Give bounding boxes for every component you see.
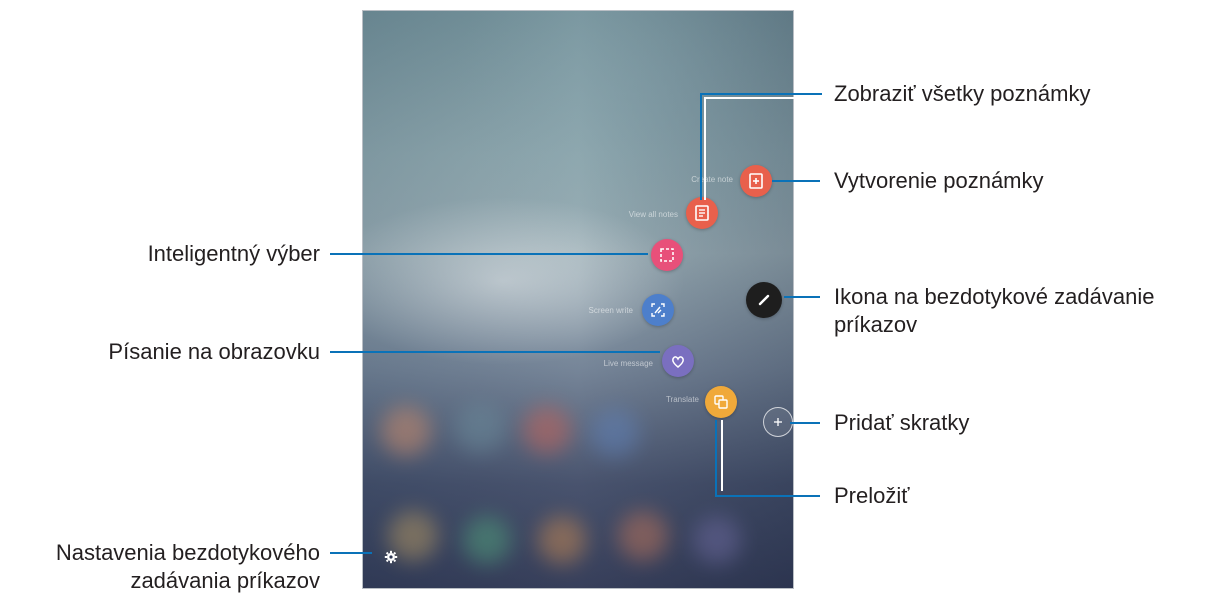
screen-write-button[interactable] (642, 294, 674, 326)
smart-select-icon (660, 248, 674, 262)
live-message-label: Live message (603, 359, 653, 368)
leader-translate-vertical (715, 420, 717, 497)
blurred-app-icon (693, 516, 741, 564)
blurred-app-icon (381, 406, 431, 456)
screen-write-label: Screen write (588, 306, 633, 315)
blurred-app-icon (463, 516, 511, 564)
live-message-button[interactable] (662, 345, 694, 377)
callout-view-all-notes: Zobraziť všetky poznámky (834, 81, 1091, 106)
blurred-app-icon (523, 406, 571, 454)
view-all-notes-label: View all notes (628, 210, 678, 219)
callout-air-command: Ikona na bezdotykové zadávanie príkazov (834, 284, 1155, 337)
blurred-app-icon (538, 516, 586, 564)
leader-air-command (784, 296, 820, 298)
leader-translate-vertical-2 (721, 420, 723, 491)
leader-screen-write (330, 351, 660, 353)
add-shortcuts-button[interactable] (763, 407, 793, 437)
translate-icon (714, 395, 728, 409)
callout-settings: Nastavenia bezdotykového zadávania príka… (55, 540, 320, 593)
settings-button[interactable] (381, 547, 401, 567)
leader-settings (330, 552, 372, 554)
view-all-notes-icon (695, 205, 709, 221)
callout-create-note: Vytvorenie poznámky (834, 168, 1044, 193)
smart-select-button[interactable] (651, 239, 683, 271)
blurred-app-icon (618, 511, 668, 561)
translate-button[interactable] (705, 386, 737, 418)
callout-screen-write: Písanie na obrazovku (108, 339, 320, 364)
gear-icon (384, 550, 398, 564)
air-command-button[interactable] (746, 282, 782, 318)
screen-write-icon (651, 303, 665, 317)
leader-translate-horizontal (715, 495, 820, 497)
leader-create-note (772, 180, 820, 182)
leader-smart-select (330, 253, 648, 255)
callout-translate: Preložiť (834, 483, 910, 508)
leader-view-all-notes-inner (704, 97, 822, 200)
pen-icon (758, 294, 770, 306)
view-all-notes-button[interactable] (686, 197, 718, 229)
blurred-app-icon (591, 409, 639, 457)
callout-smart-select: Inteligentný výber (147, 241, 320, 266)
callout-add-shortcuts: Pridať skratky (834, 410, 970, 435)
blurred-app-icon (455, 403, 505, 453)
plus-icon (774, 418, 782, 426)
translate-label: Translate (665, 395, 699, 404)
leader-add-shortcuts (790, 422, 820, 424)
live-message-icon (672, 356, 684, 368)
